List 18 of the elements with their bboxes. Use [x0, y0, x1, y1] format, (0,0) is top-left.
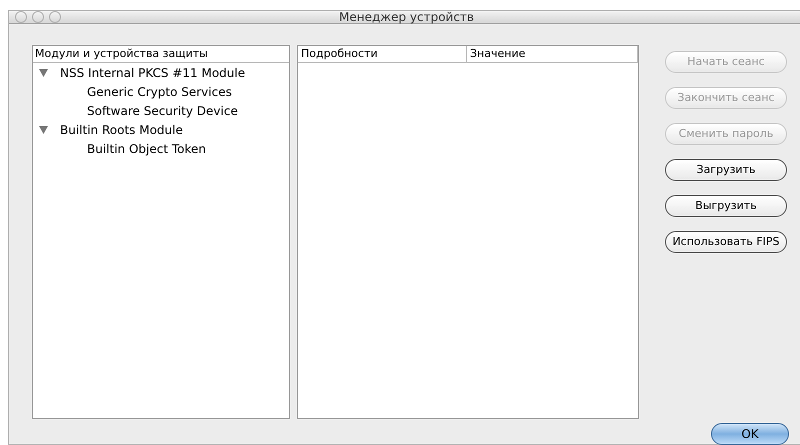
window-control-icon[interactable] — [49, 11, 61, 23]
tree-item[interactable]: NSS Internal PKCS #11 Module — [60, 64, 246, 82]
ok-button[interactable]: OK — [711, 423, 789, 445]
column-header[interactable]: Значение — [467, 46, 638, 62]
action-button[interactable]: Использовать FIPS — [665, 231, 787, 253]
column-header[interactable]: Подробности — [298, 46, 467, 62]
tree-item[interactable]: Generic Crypto Services — [87, 82, 232, 100]
column-header[interactable]: Модули и устройства защиты — [33, 46, 289, 63]
action-button[interactable]: Выгрузить — [665, 195, 787, 217]
tree-item[interactable]: Software Security Device — [87, 102, 238, 120]
tree-item[interactable]: Builtin Object Token — [87, 140, 206, 158]
window-title: Менеджер устройств — [339, 9, 474, 26]
action-button[interactable]: Загрузить — [665, 159, 787, 181]
expanded-triangle-icon[interactable] — [39, 126, 48, 134]
window-control-icon[interactable] — [32, 11, 44, 23]
expanded-triangle-icon[interactable] — [39, 68, 48, 76]
window-control-icon[interactable] — [15, 11, 27, 23]
tree-item[interactable]: Builtin Roots Module — [60, 120, 183, 138]
